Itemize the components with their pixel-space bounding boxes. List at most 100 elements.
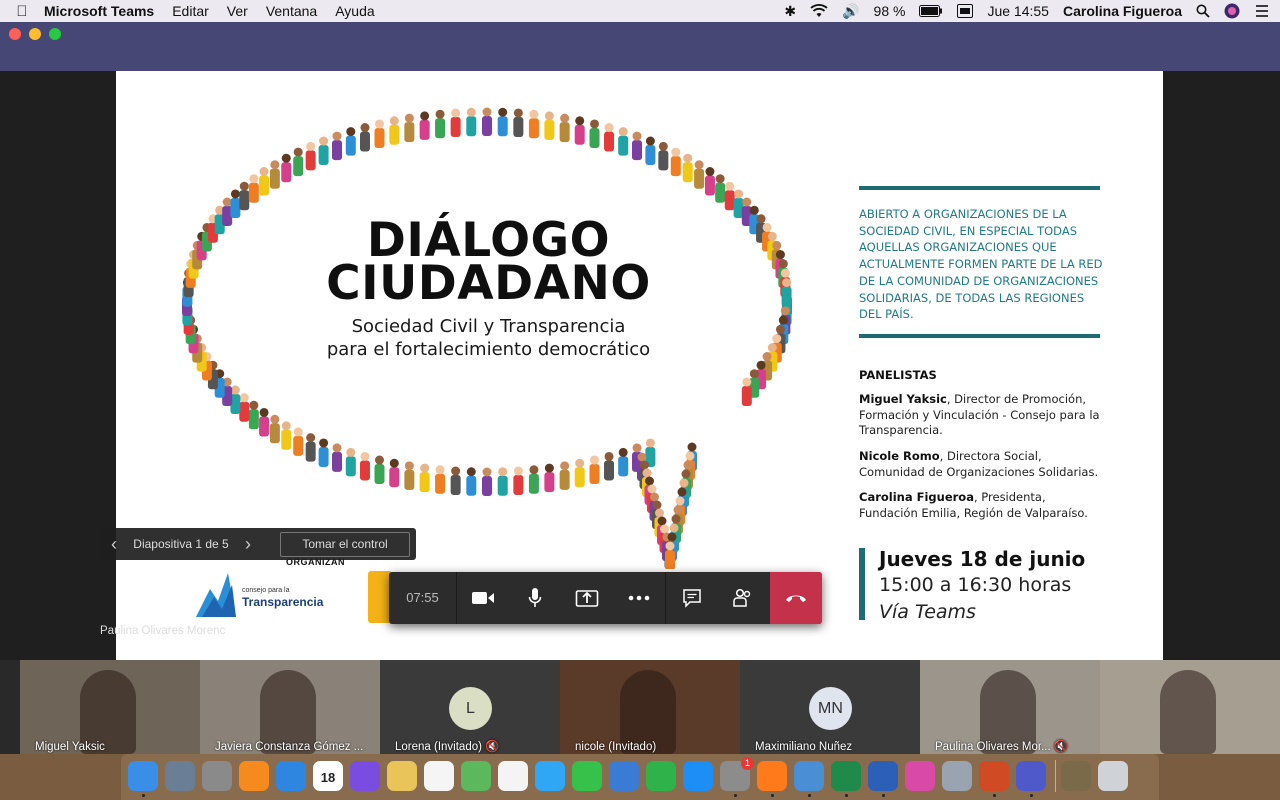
person-head — [560, 461, 570, 471]
person-head — [249, 400, 259, 410]
person-head — [482, 467, 492, 477]
participant-name: Maximiliano Nuñez — [755, 741, 853, 753]
more-options-button[interactable] — [613, 572, 665, 624]
person-head — [293, 147, 303, 157]
person-body — [332, 140, 342, 161]
siri-icon[interactable] — [350, 761, 380, 791]
person-body — [230, 197, 241, 218]
firefox-icon[interactable] — [757, 761, 787, 791]
zoom-window-button[interactable] — [49, 28, 61, 40]
menu-editar[interactable]: Editar — [172, 3, 209, 19]
person-body — [589, 127, 600, 148]
menu-ver[interactable]: Ver — [227, 3, 248, 19]
photo-thumbnail-icon[interactable] — [1061, 761, 1091, 791]
trash-icon[interactable] — [1098, 761, 1128, 791]
person-body — [269, 423, 280, 444]
network-icon[interactable] — [794, 761, 824, 791]
teams-icon[interactable] — [1016, 761, 1046, 791]
safari-icon[interactable] — [276, 761, 306, 791]
person-body — [528, 118, 539, 139]
participant-name: Javiera Constanza Gómez ... — [215, 741, 364, 753]
slide-counter: Diapositiva 1 de 5 — [133, 537, 229, 551]
user-name[interactable]: Carolina Figueroa — [1063, 3, 1182, 19]
person-body — [332, 451, 342, 472]
hang-up-icon — [786, 595, 806, 602]
camera-button[interactable] — [457, 572, 509, 624]
messages-icon[interactable] — [535, 761, 565, 791]
hang-up-button[interactable] — [770, 572, 822, 624]
person-head — [590, 455, 600, 465]
excel-icon[interactable] — [831, 761, 861, 791]
participant-name: Paulina Olivares Mor... 🔇 — [935, 741, 1069, 753]
preview-icon[interactable] — [165, 761, 195, 791]
next-slide-button[interactable]: › — [234, 534, 262, 555]
facetime-icon[interactable] — [572, 761, 602, 791]
calendar-icon[interactable]: 18 — [313, 761, 343, 791]
person-head — [657, 516, 667, 526]
event-date: Jueves 18 de junio — [879, 547, 1086, 571]
notes-icon[interactable] — [387, 761, 417, 791]
participants-button[interactable] — [717, 572, 769, 624]
participants-icon — [733, 588, 751, 607]
photos-icon[interactable] — [498, 761, 528, 791]
menu-ayuda[interactable]: Ayuda — [335, 3, 374, 19]
word-icon[interactable] — [868, 761, 898, 791]
keyboard-icon[interactable] — [957, 4, 974, 18]
previous-slide-button[interactable]: ‹ — [100, 534, 128, 555]
system-preferences-icon[interactable]: 1 — [720, 757, 754, 791]
meeting-timer: 07:55 — [389, 572, 457, 624]
chat-button[interactable] — [665, 572, 717, 624]
person-head — [671, 147, 681, 157]
person-body — [248, 409, 259, 430]
person-head — [249, 174, 259, 184]
launchpad-icon[interactable] — [202, 761, 232, 791]
wifi-icon[interactable] — [810, 4, 828, 18]
person-body — [574, 124, 585, 145]
person-head — [642, 468, 652, 478]
participant-tile[interactable]: Miguel Yaksic — [20, 660, 200, 754]
person-head — [529, 109, 539, 119]
image-capture-icon[interactable] — [942, 761, 972, 791]
finder-icon[interactable] — [128, 761, 158, 791]
participant-tile[interactable] — [1100, 660, 1280, 754]
reminders-icon[interactable] — [424, 761, 454, 791]
app-store-icon[interactable] — [683, 761, 713, 791]
apple-icon[interactable]:  — [0, 3, 44, 20]
person-head — [513, 108, 523, 118]
person-head — [780, 306, 790, 316]
person-head — [667, 532, 677, 542]
panelist-name: Carolina Figueroa — [859, 490, 974, 504]
participant-tile[interactable]: Paulina Olivares Mor... 🔇 — [920, 660, 1100, 754]
person-head — [239, 181, 249, 191]
keynote-icon[interactable] — [609, 761, 639, 791]
volume-icon[interactable]: 🔊 — [842, 3, 859, 20]
minimize-window-button[interactable] — [29, 28, 41, 40]
take-control-button[interactable]: Tomar el control — [280, 531, 410, 557]
numbers-icon[interactable] — [646, 761, 676, 791]
books-icon[interactable] — [239, 761, 269, 791]
more-options-icon — [628, 595, 650, 601]
microphone-button[interactable] — [509, 572, 561, 624]
menu-ventana[interactable]: Ventana — [266, 3, 317, 19]
close-window-button[interactable] — [9, 28, 21, 40]
participant-tile[interactable]: L Lorena (Invitado) 🔇 — [380, 660, 560, 754]
powerpoint-icon[interactable] — [979, 761, 1009, 791]
person-body — [450, 116, 461, 137]
person-head — [715, 174, 725, 184]
participant-tile[interactable]: Javiera Constanza Gómez ... — [200, 660, 380, 754]
participant-tile[interactable]: nicole (Invitado) — [560, 660, 740, 754]
search-icon[interactable] — [1196, 4, 1210, 18]
menu-app-name[interactable]: Microsoft Teams — [44, 3, 154, 19]
bluetooth-icon[interactable]: ✱ — [784, 3, 796, 20]
person-head — [687, 442, 697, 452]
share-screen-button[interactable] — [561, 572, 613, 624]
control-center-icon[interactable] — [1254, 4, 1270, 18]
siri-icon[interactable] — [1224, 3, 1240, 19]
menu-bar:  Microsoft Teams Editar Ver Ventana Ayu… — [0, 0, 1280, 22]
clock[interactable]: Jue 14:55 — [987, 3, 1049, 19]
maps-icon[interactable] — [461, 761, 491, 791]
person-head — [498, 107, 508, 117]
itunes-icon[interactable] — [905, 761, 935, 791]
participant-tile[interactable]: MN Maximiliano Nuñez — [740, 660, 920, 754]
battery-icon[interactable] — [919, 5, 943, 17]
